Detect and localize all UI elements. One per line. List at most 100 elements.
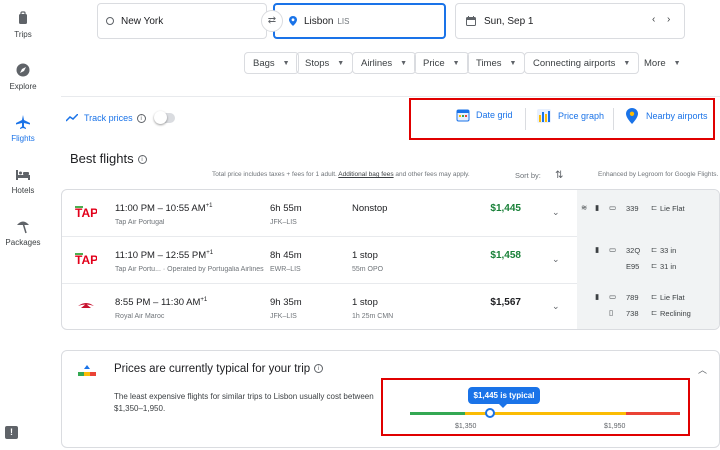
airline-name: Royal Air Maroc <box>115 313 165 320</box>
flight-row[interactable]: TAP 11:00 PM – 10:55 AM+1 Tap Air Portug… <box>62 190 719 237</box>
nearby-airports-icon <box>626 108 638 124</box>
flight-row[interactable]: TAP 11:10 PM – 12:55 PM+1 Tap Air Portu.… <box>62 237 719 284</box>
flight-price: $1,567 <box>490 297 521 308</box>
seat-icon: ⊏ <box>651 308 658 317</box>
hotels-icon <box>16 170 30 180</box>
expand-chevron-icon[interactable]: ⌄ <box>552 207 560 218</box>
next-date-button[interactable]: › <box>667 14 670 25</box>
filter-times[interactable]: Times ▼ <box>467 52 526 74</box>
filter-airlines[interactable]: Airlines ▼ <box>352 52 417 74</box>
sort-by-label: Sort by: <box>515 171 541 180</box>
expand-chevron-icon[interactable]: ⌄ <box>552 254 560 265</box>
destination-field[interactable]: Lisbon LIS <box>273 3 446 39</box>
info-icon[interactable]: i <box>137 155 147 165</box>
filter-price[interactable]: Price ▼ <box>414 52 469 74</box>
aircraft-code: E95 <box>626 262 640 271</box>
track-prices-toggle[interactable] <box>154 111 175 124</box>
tool-divider <box>613 108 614 130</box>
screen-icon: ▭ <box>609 245 617 254</box>
filter-bags[interactable]: Bags ▼ <box>244 52 299 74</box>
aircraft-code: 789 <box>626 293 639 302</box>
track-prices[interactable]: Track prices i <box>66 113 146 123</box>
filter-stops-label: Stops <box>305 57 330 69</box>
flight-stops: 1 stop <box>352 250 378 261</box>
flights-icon <box>16 115 30 129</box>
results-list: TAP 11:00 PM – 10:55 AM+1 Tap Air Portug… <box>61 189 720 330</box>
screen-icon: ▭ <box>609 292 617 301</box>
day-offset: +1 <box>206 250 214 256</box>
amenities-panel: ▮ ▭ 32Q ⊏ 33 in E95 ⊏ 31 in <box>577 237 719 284</box>
seat-type: Reclining <box>660 309 691 318</box>
expand-chevron-icon[interactable]: ⌄ <box>552 301 560 312</box>
nearby-airports-label: Nearby airports <box>646 111 708 121</box>
airline-name: Tap Air Portugal <box>115 219 165 226</box>
phone-icon: ▯ <box>609 308 614 317</box>
price-insight-title: Prices are currently typical for your tr… <box>114 363 324 375</box>
destination-value: Lisbon <box>304 15 334 27</box>
nav-hotels-label: Hotels <box>11 186 35 195</box>
flight-time: 11:00 PM – 10:55 AM+1 <box>115 203 213 214</box>
seat-icon: ⊏ <box>651 292 658 301</box>
date-grid-button[interactable]: Date grid <box>456 108 513 122</box>
flight-time: 8:55 PM – 11:30 AM+1 <box>115 297 207 308</box>
flight-row[interactable]: 8:55 PM – 11:30 AM+1 Royal Air Maroc 9h … <box>62 284 719 329</box>
price-insight-description: The least expensive flights for similar … <box>114 392 374 413</box>
tap-logo-icon: TAP <box>75 206 97 219</box>
feedback-icon[interactable]: ! <box>5 426 18 439</box>
amenities-panel: ≋ ▮ ▭ 339 ⊏ Lie Flat <box>577 190 719 237</box>
trips-icon <box>19 11 27 24</box>
destination-code: LIS <box>337 16 350 26</box>
prev-date-button[interactable]: ‹ <box>652 14 655 25</box>
flight-layover: 1h 25m CMN <box>352 313 394 320</box>
chevron-down-icon: ▼ <box>337 59 345 67</box>
flight-time-value: 11:00 PM – 10:55 AM <box>115 203 206 215</box>
filter-stops[interactable]: Stops ▼ <box>296 52 354 74</box>
flight-duration: 8h 45m <box>270 250 302 261</box>
packages-icon <box>17 221 29 234</box>
nav-flights[interactable]: Flights <box>0 114 46 143</box>
airline-name: Tap Air Portu... · Operated by Portugali… <box>115 266 264 273</box>
day-offset: +1 <box>205 203 213 209</box>
tap-logo-icon: TAP <box>75 253 97 266</box>
filter-connecting-label: Connecting airports <box>533 57 616 69</box>
bag-fees-link[interactable]: Additional bag fees <box>338 171 393 178</box>
collapse-chevron-icon[interactable]: ︿ <box>698 363 707 376</box>
swap-icon: ⇄ <box>267 15 277 26</box>
flight-time-value: 11:10 PM – 12:55 PM <box>115 250 207 262</box>
price-level-icon <box>78 365 96 376</box>
seat-icon: ⊏ <box>651 203 658 212</box>
flight-route: JFK–LIS <box>270 313 297 320</box>
legroom-value: 33 in <box>660 246 677 255</box>
sort-by[interactable]: Sort by: ⇅ <box>515 170 563 181</box>
filter-connecting-airports[interactable]: Connecting airports ▼ <box>524 52 640 74</box>
info-icon[interactable]: i <box>136 113 146 123</box>
day-offset: +1 <box>200 297 208 303</box>
screen-icon: ▭ <box>609 203 617 212</box>
seat-type: Lie Flat <box>660 204 685 213</box>
date-field[interactable]: Sun, Sep 1 ‹ › <box>455 3 685 39</box>
high-price-label: $1,950 <box>604 423 626 430</box>
legroom-note: Enhanced by Legroom for Google Flights. <box>598 171 719 178</box>
current-price-marker <box>485 408 495 418</box>
flight-layover: 55m OPO <box>352 266 384 273</box>
explore-icon <box>16 63 30 77</box>
filter-times-label: Times <box>476 57 502 69</box>
toggle-knob <box>154 111 167 124</box>
nearby-airports-button[interactable]: Nearby airports <box>626 108 708 124</box>
sort-icon[interactable]: ⇅ <box>555 170 563 181</box>
info-icon[interactable]: i <box>314 364 324 374</box>
nav-flights-label: Flights <box>11 134 35 143</box>
origin-field[interactable]: New York <box>97 3 267 39</box>
flight-route: JFK–LIS <box>270 219 297 226</box>
chevron-down-icon: ▼ <box>282 59 290 67</box>
price-note: Total price includes taxes + fees for 1 … <box>212 171 470 178</box>
nav-explore[interactable]: Explore <box>0 62 46 91</box>
price-graph-button[interactable]: Price graph <box>536 108 604 124</box>
nav-hotels[interactable]: Hotels <box>0 166 46 195</box>
swap-button[interactable]: ⇄ <box>261 10 283 32</box>
flight-duration: 6h 55m <box>270 203 302 214</box>
filter-more[interactable]: More ▼ <box>636 52 689 74</box>
legroom-icon: ⊏ <box>651 245 658 254</box>
nav-packages[interactable]: Packages <box>0 218 46 247</box>
nav-trips[interactable]: Trips <box>0 10 46 39</box>
